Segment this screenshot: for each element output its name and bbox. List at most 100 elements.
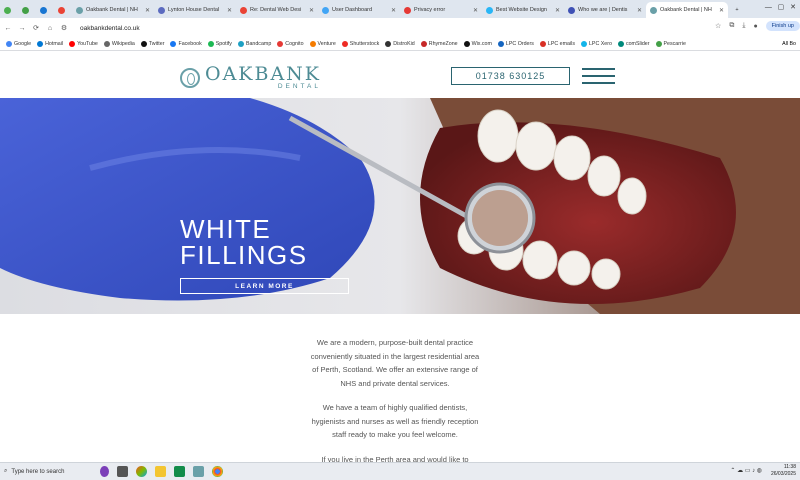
tab-close-icon[interactable]: ✕ (555, 7, 560, 14)
download-icon[interactable]: ⤓ (742, 22, 745, 30)
bookmark-label: RhymeZone (428, 41, 458, 47)
bookmark-label: Venture (317, 41, 336, 47)
browser-tab[interactable]: Best Website Design ✕ (482, 2, 564, 18)
bookmark-item[interactable]: Venture (309, 41, 336, 47)
bookmark-favicon-icon (207, 41, 214, 47)
chrome-taskbar-icon[interactable] (212, 466, 223, 477)
bookmark-item[interactable]: LPC Xero (580, 41, 612, 47)
bookmark-item[interactable]: Hotmail (37, 41, 63, 47)
clock[interactable]: 11:38 26/03/2025 (771, 464, 796, 478)
browser-tab[interactable]: Who we are | Dentis ✕ (564, 2, 646, 18)
bookmark-label: comSlider (625, 41, 650, 47)
tab-favicon-icon (240, 6, 247, 14)
new-tab-button[interactable]: + (728, 2, 746, 18)
browser-tab[interactable]: Lynton House Dental ✕ (154, 2, 236, 18)
file-explorer-icon[interactable] (155, 466, 166, 477)
bookmark-item[interactable]: Facebook (170, 41, 202, 47)
site-logo[interactable]: OAKBANK DENTAL (180, 65, 321, 91)
tab-title: Re: Dental Web Desi (250, 7, 302, 13)
bookmark-label: Hotmail (45, 41, 64, 47)
tab-favicon-icon (4, 6, 11, 14)
taskbar-search[interactable]: ⌕ Type here to search (2, 465, 92, 479)
bookmark-label: Cognito (285, 41, 304, 47)
tab-close-icon[interactable]: ✕ (637, 7, 642, 14)
tab-close-icon[interactable]: ✕ (719, 7, 724, 14)
bookmark-item[interactable]: Spotify (207, 41, 232, 47)
bookmark-label: Wikipedia (111, 41, 135, 47)
tab-close-icon[interactable]: ✕ (391, 7, 396, 14)
browser-tab[interactable]: Oakbank Dental | NH ✕ (646, 2, 728, 18)
bookmark-item[interactable]: Wix.com (463, 41, 492, 47)
bookmark-item[interactable]: Twitter (140, 41, 165, 47)
back-icon[interactable]: ← (2, 25, 14, 32)
bookmark-item[interactable]: RhymeZone (420, 41, 458, 47)
spotify-taskbar-icon[interactable] (174, 466, 185, 477)
bookmark-favicon-icon (539, 41, 546, 47)
bookmark-item[interactable]: Shutterstock (341, 41, 379, 47)
bookmark-favicon-icon (463, 41, 470, 47)
bookmark-item[interactable]: DistroKid (385, 41, 415, 47)
extensions-icon[interactable]: ⧉ (729, 22, 734, 30)
profile-avatar[interactable]: ● (753, 23, 757, 30)
bookmark-favicon-icon (655, 41, 662, 47)
hero-title-line-1: WHITE (180, 214, 272, 244)
bookmark-item[interactable]: YouTube (69, 41, 98, 47)
system-tray-icons[interactable]: ⌃ ☁ ▭ ♪ ◍ (730, 467, 762, 474)
bookmark-label: LPC Xero (588, 41, 612, 47)
tab-close-icon[interactable]: ✕ (309, 7, 314, 14)
search-placeholder: Type here to search (11, 468, 65, 475)
bookmark-item[interactable]: Google (6, 41, 31, 47)
bookmark-favicon-icon (237, 41, 244, 47)
bookmark-star-icon[interactable]: ☆ (715, 22, 721, 30)
finish-up-button[interactable]: Finish up (765, 21, 800, 31)
bookmark-label: DistroKid (393, 41, 415, 47)
browser-tab[interactable] (36, 2, 54, 18)
browser-tab[interactable]: Re: Dental Web Desi ✕ (236, 2, 318, 18)
app-taskbar-icon[interactable] (193, 466, 204, 477)
home-icon[interactable]: ⌂ (44, 25, 56, 32)
tab-title: Lynton House Dental (168, 7, 220, 13)
bookmark-item[interactable]: Pescarrie (655, 41, 686, 47)
task-view-icon[interactable] (117, 466, 128, 477)
bookmark-item[interactable]: LPC emails (539, 41, 575, 47)
browser-tab[interactable] (0, 2, 18, 18)
reload-icon[interactable]: ⟳ (30, 24, 42, 32)
phone-button[interactable]: 01738 630125 (451, 67, 570, 85)
copilot-icon[interactable] (136, 466, 147, 477)
bookmark-favicon-icon (140, 41, 147, 47)
hamburger-menu-icon[interactable] (582, 67, 615, 85)
bookmark-item[interactable]: LPC Orders (497, 41, 534, 47)
forward-icon[interactable]: → (16, 25, 28, 32)
bookmark-label: LPC emails (547, 41, 575, 47)
tab-favicon-icon (58, 6, 65, 14)
hero-banner: WHITE FILLINGS LEARN MORE (0, 98, 800, 314)
bookmark-label: Spotify (215, 41, 232, 47)
tab-close-icon[interactable]: ✕ (145, 7, 150, 14)
browser-tab[interactable]: Oakbank Dental | NH ✕ (72, 2, 154, 18)
browser-tab[interactable]: User Dashboard ✕ (318, 2, 400, 18)
learn-more-button[interactable]: LEARN MORE (180, 278, 349, 294)
bookmark-item[interactable]: Bandcamp (237, 41, 271, 47)
url-field[interactable]: oakbankdental.co.uk (80, 25, 140, 32)
windows-taskbar: ⌕ Type here to search ⌃ ☁ ▭ ♪ ◍ 11:38 26… (0, 462, 800, 480)
browser-tab[interactable] (18, 2, 36, 18)
awareness-ribbon-icon[interactable] (100, 466, 109, 477)
bookmark-item[interactable]: Wikipedia (103, 41, 135, 47)
site-info-icon[interactable]: ⚙ (58, 24, 70, 32)
bookmark-label: Google (14, 41, 32, 47)
browser-tab[interactable]: Privacy error ✕ (400, 2, 482, 18)
window-controls[interactable]: — ▢ ✕ (765, 3, 796, 11)
tab-title: Who we are | Dentis (578, 7, 628, 13)
bookmark-favicon-icon (580, 41, 587, 47)
tab-close-icon[interactable]: ✕ (227, 7, 232, 14)
all-bookmarks-button[interactable]: All Bo (782, 41, 796, 47)
bookmark-item[interactable]: Cognito (277, 41, 304, 47)
bookmark-label: Twitter (148, 41, 165, 47)
tab-favicon-icon (486, 6, 493, 14)
tab-favicon-icon (76, 6, 83, 14)
intro-paragraph-1: We are a modern, purpose-built dental pr… (310, 338, 480, 388)
bookmark-item[interactable]: comSlider (617, 41, 650, 47)
browser-tab[interactable] (54, 2, 72, 18)
tab-close-icon[interactable]: ✕ (473, 7, 478, 14)
clock-time: 11:38 (783, 464, 796, 470)
